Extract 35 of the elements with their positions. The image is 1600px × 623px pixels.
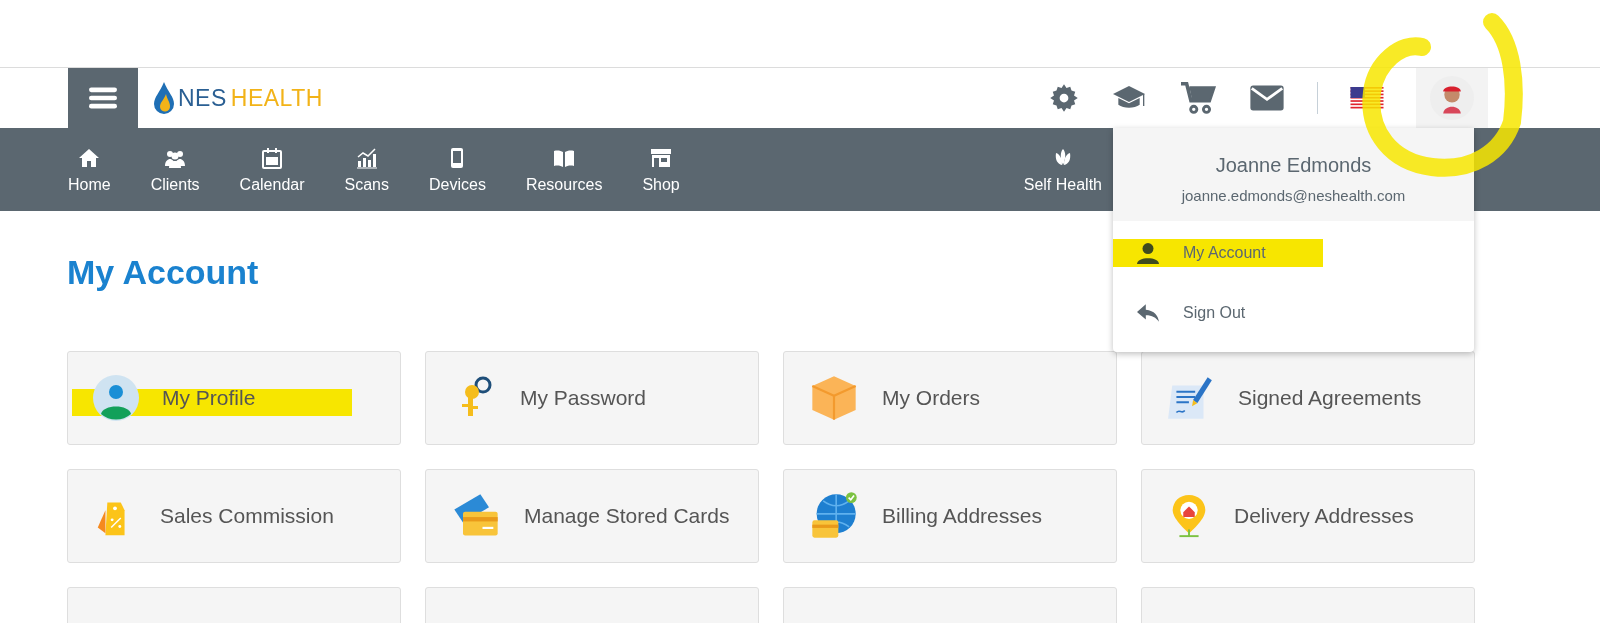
calendar-icon: [260, 145, 285, 170]
logo-text: NES: [178, 84, 227, 112]
cart-icon[interactable]: [1179, 81, 1217, 115]
drop-logo-icon: [154, 82, 174, 114]
nav-item[interactable]: Calendar: [239, 128, 305, 211]
nav-item[interactable]: Resources: [525, 128, 603, 211]
person-icon: [92, 374, 140, 422]
account-card[interactable]: My Orders: [783, 351, 1117, 445]
user-email: joanne.edmonds@neshealth.com: [1181, 186, 1406, 204]
nav-item[interactable]: Self Health: [1023, 128, 1102, 211]
account-card[interactable]: My Profile: [67, 351, 401, 445]
user-name: Joanne Edmonds: [1215, 153, 1372, 177]
flag-icon[interactable]: [1350, 87, 1384, 109]
menu-button[interactable]: [68, 68, 138, 128]
nav-item[interactable]: Scans: [344, 128, 389, 211]
page-title: My Account: [67, 253, 259, 293]
nav-item[interactable]: Home: [68, 128, 111, 211]
nav-item[interactable]: Devices: [429, 128, 486, 211]
menu-item[interactable]: Sign Out: [1113, 299, 1323, 327]
account-card[interactable]: Delivery Addresses: [1141, 469, 1475, 563]
account-card[interactable]: Manage Stored Cards: [425, 469, 759, 563]
menu-icon: [89, 86, 117, 110]
account-card[interactable]: Signed Agreements: [1141, 351, 1475, 445]
account-card[interactable]: Sales Commission: [67, 469, 401, 563]
nav-item[interactable]: Shop: [642, 128, 680, 211]
menu-item[interactable]: My Account: [1113, 239, 1323, 267]
logo-text: HEALTH: [230, 84, 323, 112]
mail-icon[interactable]: [1249, 84, 1285, 112]
settings-icon[interactable]: [1049, 83, 1079, 113]
person-icon: [1137, 242, 1159, 264]
scans-icon: [354, 145, 379, 170]
account-card[interactable]: My Password: [425, 351, 759, 445]
account-card[interactable]: Billing Addresses: [783, 469, 1117, 563]
reply-arrow-icon: [1137, 303, 1159, 323]
nav-item[interactable]: Clients: [150, 128, 200, 211]
